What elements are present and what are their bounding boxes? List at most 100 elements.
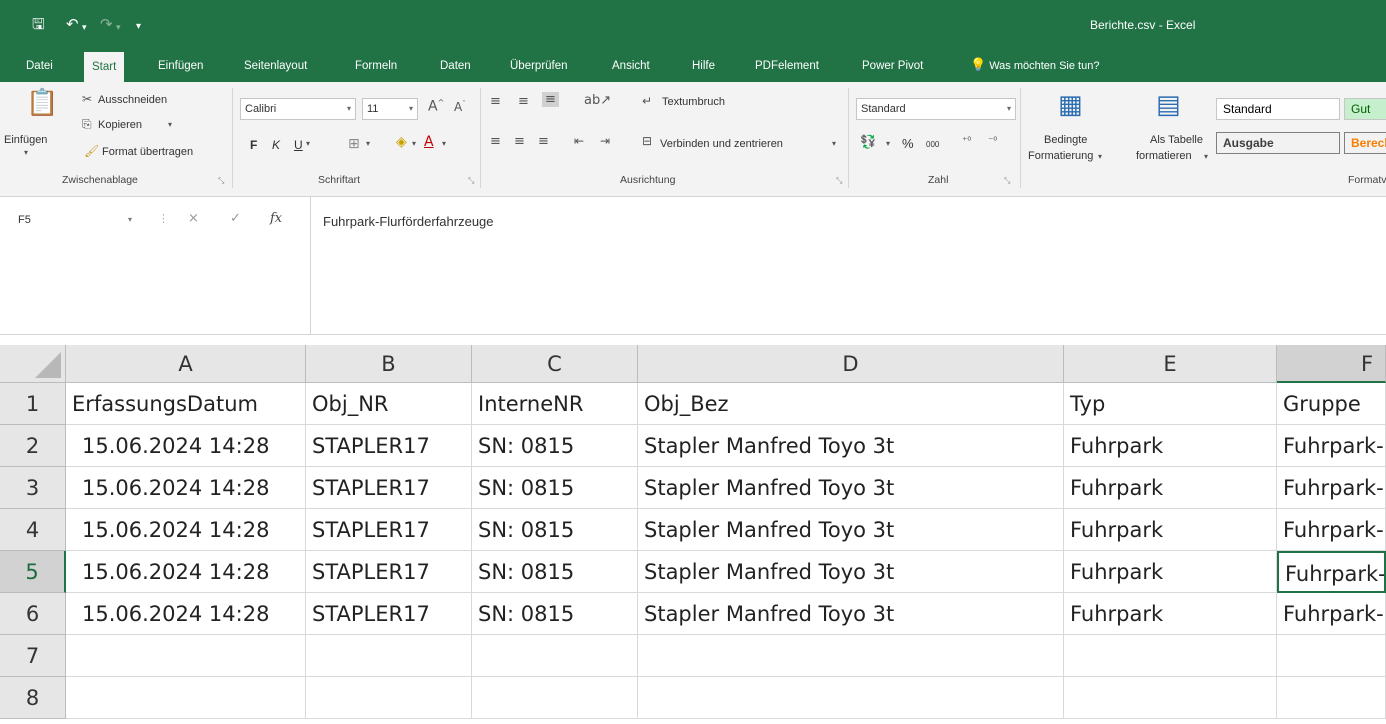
cell-style-berechnung[interactable]: Berechnung	[1344, 132, 1386, 154]
insert-function-icon[interactable]: fx	[270, 211, 282, 226]
column-header-a[interactable]: A	[66, 345, 306, 383]
conditional-formatting-icon[interactable]: ▦	[1058, 90, 1083, 120]
cell-e8[interactable]	[1064, 677, 1277, 719]
tab-start[interactable]: Start	[84, 52, 125, 82]
fill-color-dropdown-icon[interactable]: ▾	[412, 139, 416, 148]
tell-me-search[interactable]: 💡 Was möchten Sie tun?	[970, 50, 1099, 82]
tab-ueberpruefen[interactable]: Überprüfen	[510, 50, 568, 82]
save-icon[interactable]: 🖫	[32, 15, 45, 33]
format-painter-icon[interactable]: 🖌	[84, 144, 99, 158]
copy-icon[interactable]: ⎘	[82, 117, 92, 132]
cell-a7[interactable]	[66, 635, 306, 677]
cell-a6[interactable]: 15.06.2024 14:28	[66, 593, 306, 635]
tab-ansicht[interactable]: Ansicht	[612, 50, 650, 82]
clipboard-launcher-icon[interactable]: ⤡	[218, 176, 224, 186]
copy-button[interactable]: Kopieren	[98, 119, 142, 131]
column-header-b[interactable]: B	[306, 345, 472, 383]
borders-dropdown-icon[interactable]: ▾	[366, 139, 370, 148]
format-painter-button[interactable]: Format übertragen	[102, 146, 193, 158]
cell-c3[interactable]: SN: 0815	[472, 467, 638, 509]
cell-e4[interactable]: Fuhrpark	[1064, 509, 1277, 551]
cell-c4[interactable]: SN: 0815	[472, 509, 638, 551]
row-header-7[interactable]: 7	[0, 635, 66, 677]
cell-d5[interactable]: Stapler Manfred Toyo 3t	[638, 551, 1064, 593]
cancel-entry-icon[interactable]: ×	[188, 211, 199, 226]
increase-indent-icon[interactable]: ⇥	[600, 134, 610, 148]
merge-dropdown-icon[interactable]: ▾	[832, 139, 836, 148]
cell-style-gut[interactable]: Gut	[1344, 98, 1386, 120]
tab-hilfe[interactable]: Hilfe	[692, 50, 715, 82]
cell-a3[interactable]: 15.06.2024 14:28	[66, 467, 306, 509]
alignment-launcher-icon[interactable]: ⤡	[836, 176, 842, 186]
tab-daten[interactable]: Daten	[440, 50, 471, 82]
cell-d6[interactable]: Stapler Manfred Toyo 3t	[638, 593, 1064, 635]
cell-style-standard[interactable]: Standard	[1216, 98, 1340, 120]
currency-icon[interactable]: 💱	[860, 135, 876, 150]
cell-c2[interactable]: SN: 0815	[472, 425, 638, 467]
cell-b7[interactable]	[306, 635, 472, 677]
cut-button[interactable]: Ausschneiden	[98, 94, 167, 106]
align-top-icon[interactable]: ≡	[490, 94, 501, 109]
customize-toolbar-icon[interactable]: ▾	[136, 18, 141, 36]
cell-f5[interactable]: Fuhrpark-Flurförderfahrzeuge	[1277, 551, 1386, 593]
cell-c7[interactable]	[472, 635, 638, 677]
cut-icon[interactable]: ✂	[82, 92, 92, 106]
underline-dropdown-icon[interactable]: ▾	[306, 139, 310, 148]
cell-e7[interactable]	[1064, 635, 1277, 677]
align-center-icon[interactable]: ≡	[514, 134, 525, 149]
undo-dropdown-icon[interactable]: ▾	[82, 19, 87, 37]
font-color-dropdown-icon[interactable]: ▾	[442, 139, 446, 148]
grow-font-icon[interactable]: A^	[428, 98, 444, 115]
cell-b4[interactable]: STAPLER17	[306, 509, 472, 551]
conditional-formatting-label-2[interactable]: Formatierung	[1028, 150, 1093, 162]
cell-e6[interactable]: Fuhrpark	[1064, 593, 1277, 635]
align-left-icon[interactable]: ≡	[490, 134, 501, 149]
cell-f8[interactable]	[1277, 677, 1386, 719]
paste-dropdown-icon[interactable]: ▾	[24, 148, 28, 157]
font-color-icon[interactable]: A	[424, 134, 434, 150]
name-box[interactable]: F5 ▾	[12, 209, 142, 231]
cell-d3[interactable]: Stapler Manfred Toyo 3t	[638, 467, 1064, 509]
conditional-formatting-label-1[interactable]: Bedingte	[1044, 134, 1087, 146]
shrink-font-icon[interactable]: Aˇ	[454, 100, 466, 114]
tab-datei[interactable]: Datei	[26, 50, 53, 82]
orientation-icon[interactable]: ab↗	[584, 93, 611, 108]
format-as-table-label-2[interactable]: formatieren	[1136, 150, 1192, 162]
row-header-1[interactable]: 1	[0, 383, 66, 425]
merge-icon[interactable]: ⊟	[642, 134, 652, 148]
column-header-e[interactable]: E	[1064, 345, 1277, 383]
font-size-select[interactable]: 11 ▾	[362, 98, 418, 120]
cell-d1[interactable]: Obj_Bez	[638, 383, 1064, 425]
wrap-text-button[interactable]: Textumbruch	[662, 96, 725, 108]
cell-a4[interactable]: 15.06.2024 14:28	[66, 509, 306, 551]
cell-c6[interactable]: SN: 0815	[472, 593, 638, 635]
cell-f6[interactable]: Fuhrpark-Flurförderfahrzeuge	[1277, 593, 1386, 635]
wrap-text-icon[interactable]: ↵	[642, 94, 652, 108]
decrease-decimal-icon[interactable]: ⁻⁰	[988, 136, 997, 147]
format-as-table-icon[interactable]: ▤	[1156, 90, 1181, 120]
paste-button[interactable]: Einfügen	[4, 134, 47, 146]
row-header-6[interactable]: 6	[0, 593, 66, 635]
cell-a1[interactable]: ErfassungsDatum	[66, 383, 306, 425]
redo-dropdown-icon[interactable]: ▾	[116, 19, 121, 37]
cell-e2[interactable]: Fuhrpark	[1064, 425, 1277, 467]
cell-c5[interactable]: SN: 0815	[472, 551, 638, 593]
cell-style-ausgabe[interactable]: Ausgabe	[1216, 132, 1340, 154]
font-name-select[interactable]: Calibri ▾	[240, 98, 356, 120]
formula-input[interactable]: Fuhrpark-Flurförderfahrzeuge	[310, 197, 1386, 335]
tab-power-pivot[interactable]: Power Pivot	[862, 50, 923, 82]
row-header-2[interactable]: 2	[0, 425, 66, 467]
thousands-button[interactable]: 000	[926, 140, 939, 149]
cell-c1[interactable]: InterneNR	[472, 383, 638, 425]
column-header-f[interactable]: F	[1277, 345, 1386, 383]
cell-a8[interactable]	[66, 677, 306, 719]
copy-dropdown-icon[interactable]: ▾	[168, 120, 172, 129]
cell-d7[interactable]	[638, 635, 1064, 677]
cell-f3[interactable]: Fuhrpark-Flurförderfahrzeuge	[1277, 467, 1386, 509]
align-right-icon[interactable]: ≡	[538, 134, 549, 149]
cell-b6[interactable]: STAPLER17	[306, 593, 472, 635]
cell-b2[interactable]: STAPLER17	[306, 425, 472, 467]
tab-einfuegen[interactable]: Einfügen	[158, 50, 203, 82]
cell-d4[interactable]: Stapler Manfred Toyo 3t	[638, 509, 1064, 551]
select-all-button[interactable]	[0, 345, 66, 383]
